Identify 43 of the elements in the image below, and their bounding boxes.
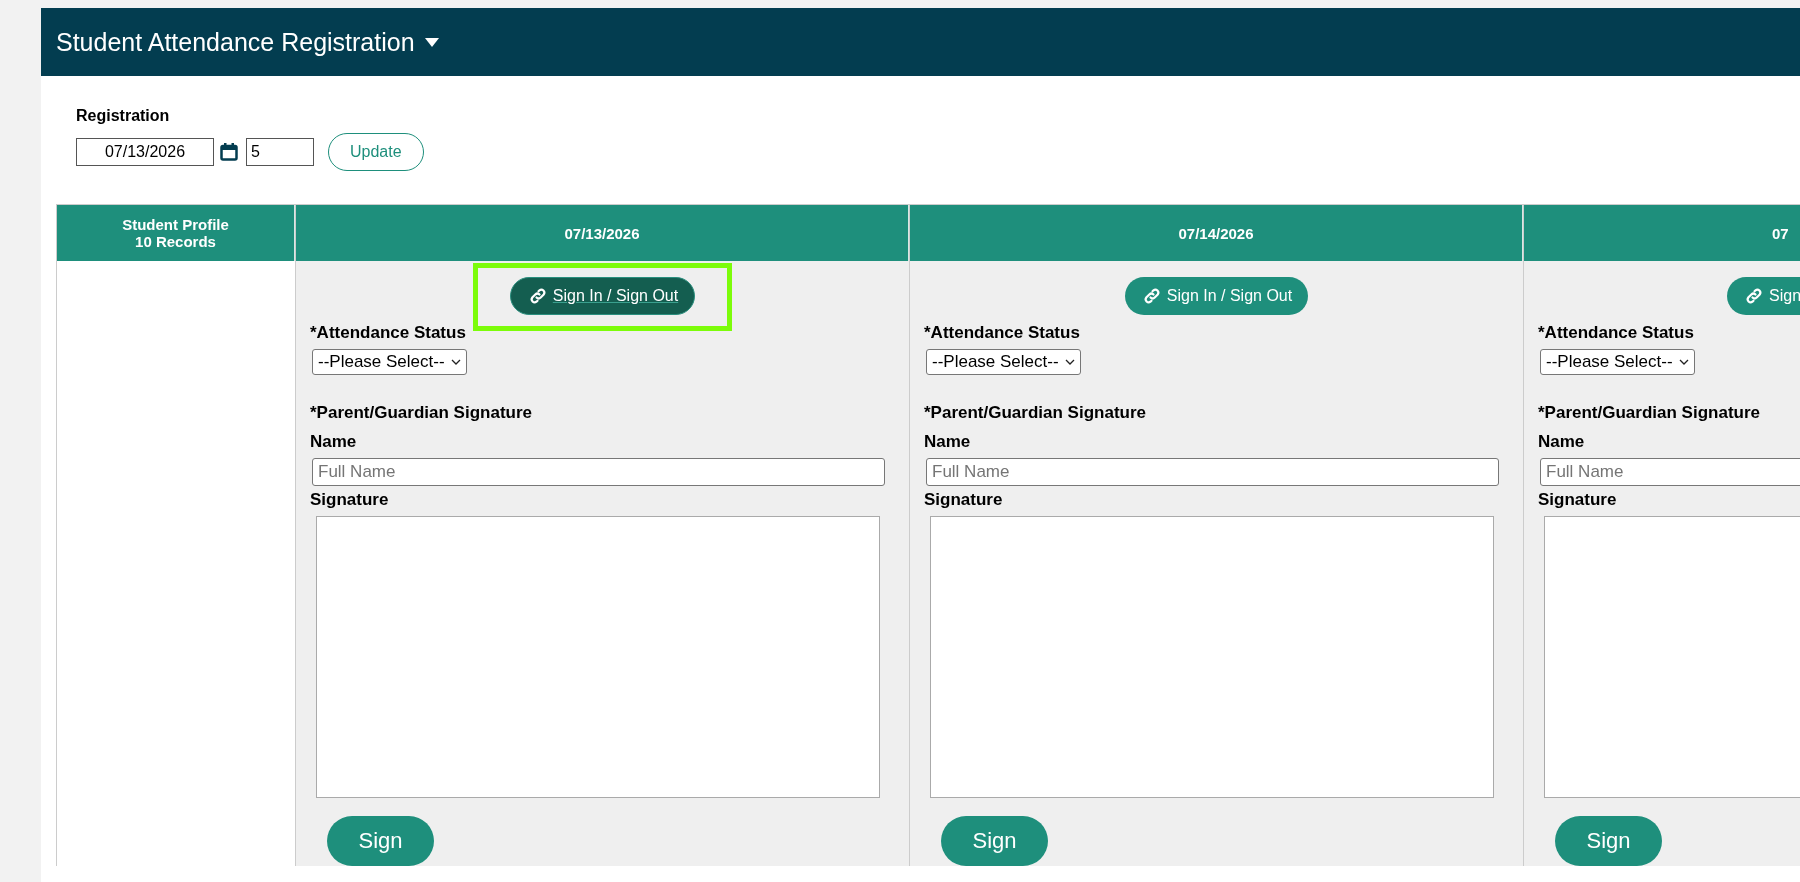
name-field[interactable]: Full Name [926,458,1499,486]
caret-icon[interactable] [424,37,439,47]
attendance-status-label: *Attendance Status [1538,323,1695,343]
chevron-down-icon [1678,359,1689,365]
signature-heading: *Parent/Guardian Signature [924,403,1147,423]
sign-button[interactable]: Sign [327,816,434,866]
link-icon [1142,287,1161,305]
days-field[interactable]: 5 [246,138,314,166]
panel-title[interactable]: Student Attendance Registration [56,27,415,57]
sign-in-out-button[interactable]: Sign In / Sign Out [509,277,696,315]
attendance-status-label: *Attendance Status [310,323,467,343]
attendance-status-select[interactable]: --Please Select-- [1540,349,1695,375]
signature-heading: *Parent/Guardian Signature [310,403,533,423]
signature-pad[interactable] [930,516,1494,798]
signature-label: Signature [310,490,390,510]
sign-button[interactable]: Sign [1555,816,1662,866]
sign-button[interactable]: Sign [941,816,1048,866]
sign-in-out-button[interactable]: Sign [1727,277,1800,315]
calendar-icon[interactable] [220,143,238,161]
attendance-status-select[interactable]: --Please Select-- [312,349,467,375]
registration-label: Registration [76,107,171,125]
attendance-status-select[interactable]: --Please Select-- [926,349,1081,375]
date-header: 07 [1772,224,1789,242]
signature-pad[interactable] [316,516,880,798]
chevron-down-icon [1064,359,1075,365]
signature-heading: *Parent/Guardian Signature [1538,403,1761,423]
link-icon [1745,287,1763,305]
name-label: Name [924,432,972,452]
name-label: Name [1538,432,1586,452]
attendance-status-label: *Attendance Status [924,323,1081,343]
chevron-down-icon [450,359,461,365]
date-header: 07/13/2026 [564,224,640,242]
name-label: Name [310,432,358,452]
profile-header: Student Profile 10 Records [122,216,229,250]
name-field[interactable]: Full Name [312,458,885,486]
name-field[interactable]: Full Name [1540,458,1800,486]
date-header: 07/14/2026 [1178,224,1254,242]
signature-label: Signature [1538,490,1618,510]
update-button[interactable]: Update [328,133,424,171]
signature-label: Signature [924,490,1004,510]
link-icon [528,287,547,305]
sign-in-out-button[interactable]: Sign In / Sign Out [1124,277,1309,315]
date-field[interactable]: 07/13/2026 [76,138,214,166]
